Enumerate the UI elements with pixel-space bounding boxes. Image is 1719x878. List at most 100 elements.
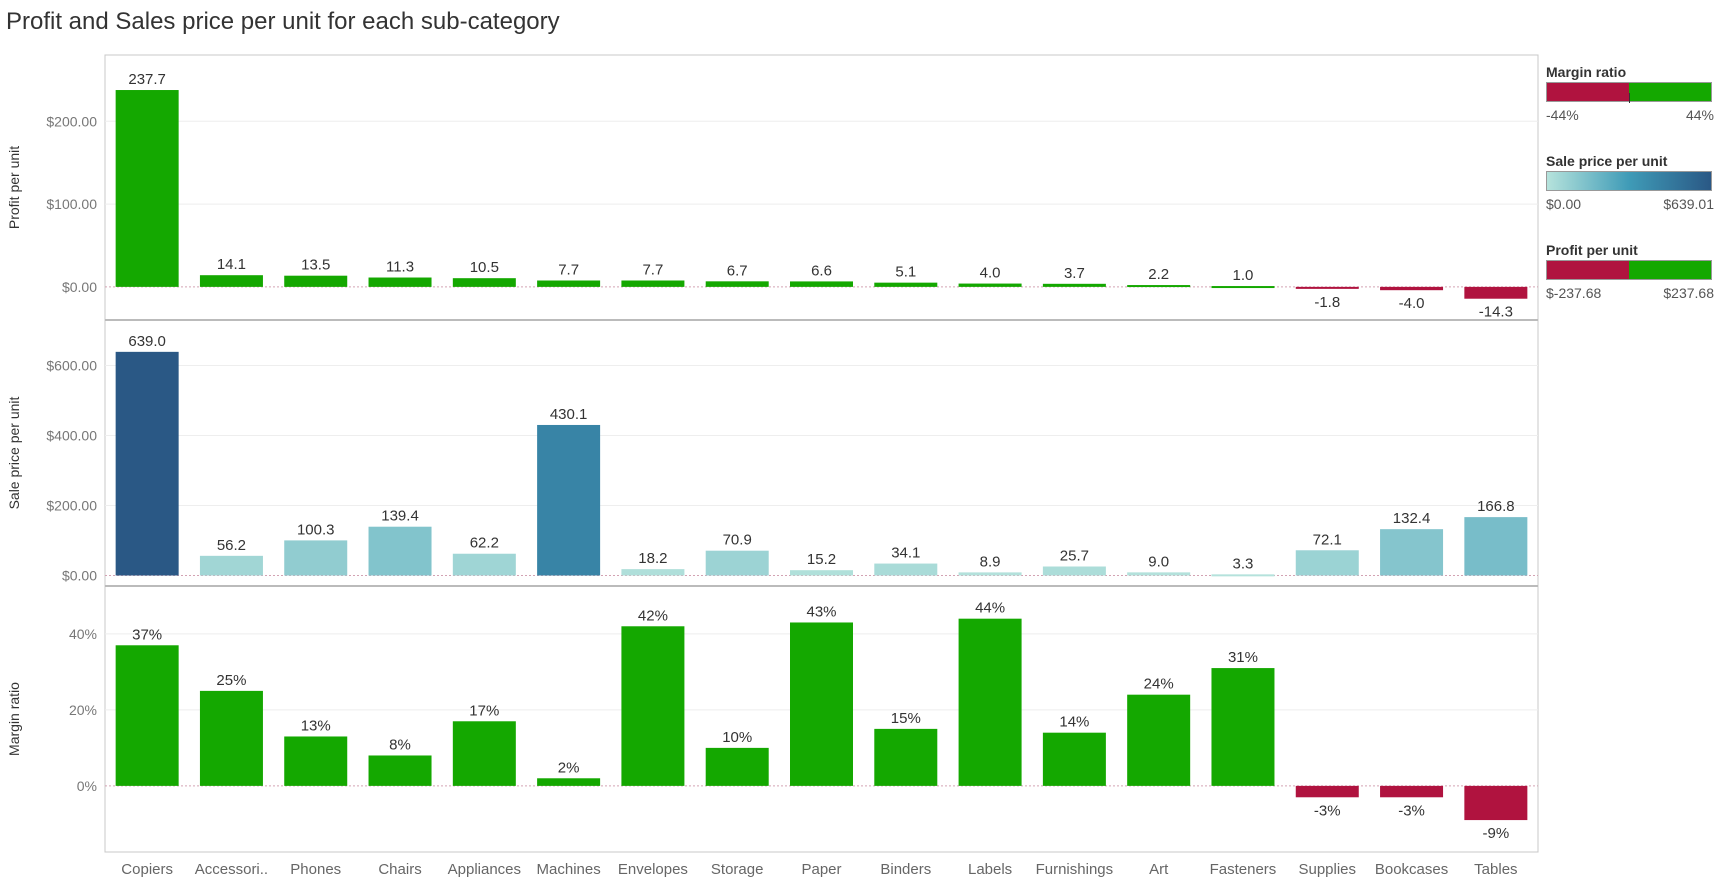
data-label: 1.0 — [1233, 267, 1254, 284]
bar[interactable] — [621, 569, 685, 576]
data-label: 70.9 — [723, 532, 752, 549]
bar[interactable] — [1295, 785, 1359, 798]
bar[interactable] — [1042, 732, 1106, 786]
x-tick-label: Supplies — [1298, 861, 1356, 878]
bar[interactable] — [705, 281, 769, 287]
bar[interactable] — [1464, 517, 1528, 576]
bar[interactable] — [705, 747, 769, 786]
bar[interactable] — [874, 282, 938, 287]
bar[interactable] — [537, 778, 601, 786]
bar[interactable] — [1295, 550, 1359, 576]
data-label: 2% — [558, 759, 580, 776]
bar[interactable] — [1127, 285, 1191, 288]
data-label: -3% — [1314, 802, 1341, 819]
bar[interactable] — [621, 626, 685, 786]
data-label: 139.4 — [381, 508, 419, 525]
x-tick-label: Machines — [537, 861, 601, 878]
data-label: 72.1 — [1313, 531, 1342, 548]
bar[interactable] — [284, 275, 348, 287]
y-tick-label: $100.00 — [46, 196, 97, 212]
legend-profit-bar[interactable] — [1546, 260, 1712, 280]
data-label: 7.7 — [642, 261, 663, 278]
x-tick-label: Fasteners — [1210, 861, 1277, 878]
y-tick-label: $0.00 — [62, 279, 97, 295]
data-label: 25.7 — [1060, 548, 1089, 565]
data-label: 62.2 — [470, 535, 499, 552]
data-label: 639.0 — [128, 333, 166, 350]
y-tick-label: 40% — [69, 626, 97, 642]
bar[interactable] — [1211, 668, 1275, 786]
data-label: 10.5 — [470, 259, 499, 276]
data-label: 6.7 — [727, 262, 748, 279]
data-label: 6.6 — [811, 262, 832, 279]
bar[interactable] — [1042, 283, 1106, 287]
bar[interactable] — [452, 278, 516, 287]
data-label: 5.1 — [895, 264, 916, 281]
x-tick-label: Furnishings — [1036, 861, 1114, 878]
y-tick-label: $400.00 — [46, 428, 97, 444]
data-label: 10% — [722, 729, 752, 746]
bar[interactable] — [1380, 785, 1444, 798]
bar[interactable] — [874, 563, 938, 576]
bar[interactable] — [1380, 286, 1444, 291]
data-label: 14.1 — [217, 256, 246, 273]
data-label: 34.1 — [891, 545, 920, 562]
bar[interactable] — [958, 572, 1022, 576]
legend-sale-bar[interactable] — [1546, 171, 1712, 191]
bar[interactable] — [115, 90, 179, 287]
bar[interactable] — [368, 277, 432, 287]
data-label: 7.7 — [558, 261, 579, 278]
x-tick-label: Chairs — [378, 861, 421, 878]
bar[interactable] — [790, 622, 853, 786]
x-tick-label: Bookcases — [1375, 861, 1448, 878]
bar[interactable] — [1380, 529, 1444, 576]
bar[interactable] — [1127, 572, 1191, 576]
bar[interactable] — [199, 555, 263, 576]
legend-margin-bar[interactable] — [1546, 82, 1712, 103]
bar[interactable] — [368, 755, 432, 786]
data-label: -1.8 — [1314, 294, 1340, 311]
bar[interactable] — [537, 424, 601, 576]
bar[interactable] — [115, 645, 179, 786]
bar[interactable] — [1295, 286, 1359, 289]
bar[interactable] — [284, 736, 348, 786]
bar[interactable] — [1211, 286, 1275, 289]
data-label: 2.2 — [1148, 266, 1169, 283]
legend-sale-min: $0.00 — [1546, 196, 1582, 212]
bar[interactable] — [1464, 286, 1528, 299]
data-label: 11.3 — [386, 259, 414, 276]
bar[interactable] — [705, 550, 769, 576]
legend-sale-max: $639.01 — [1663, 196, 1714, 212]
data-label: 132.4 — [1393, 510, 1431, 527]
bar[interactable] — [199, 275, 263, 287]
bar[interactable] — [452, 553, 516, 576]
data-label: 8.9 — [980, 553, 1001, 570]
data-label: 42% — [638, 607, 668, 624]
data-label: 3.7 — [1064, 265, 1085, 282]
bar[interactable] — [1042, 566, 1106, 576]
data-label: 14% — [1059, 714, 1089, 731]
bar[interactable] — [958, 283, 1022, 287]
bar[interactable] — [1127, 694, 1191, 786]
bar[interactable] — [452, 721, 516, 786]
data-label: 43% — [806, 603, 836, 620]
data-label: 44% — [975, 600, 1005, 617]
bar[interactable] — [621, 280, 685, 287]
data-label: 237.7 — [128, 71, 166, 88]
legend-profit-max: $237.68 — [1663, 285, 1714, 301]
legend-sale-price: Sale price per unit $0.00 $639.01 — [1546, 151, 1714, 212]
bar[interactable] — [874, 728, 938, 786]
x-tick-label: Copiers — [121, 861, 173, 878]
bar[interactable] — [537, 280, 601, 287]
bar[interactable] — [1211, 574, 1275, 577]
x-tick-label: Tables — [1474, 861, 1517, 878]
bar[interactable] — [1464, 785, 1528, 821]
bar[interactable] — [115, 351, 179, 576]
bar[interactable] — [790, 281, 853, 287]
bar[interactable] — [958, 618, 1022, 786]
bar[interactable] — [368, 526, 432, 576]
bar[interactable] — [199, 690, 263, 786]
bar[interactable] — [790, 570, 853, 576]
bar[interactable] — [284, 540, 348, 576]
data-label: 31% — [1228, 649, 1258, 666]
